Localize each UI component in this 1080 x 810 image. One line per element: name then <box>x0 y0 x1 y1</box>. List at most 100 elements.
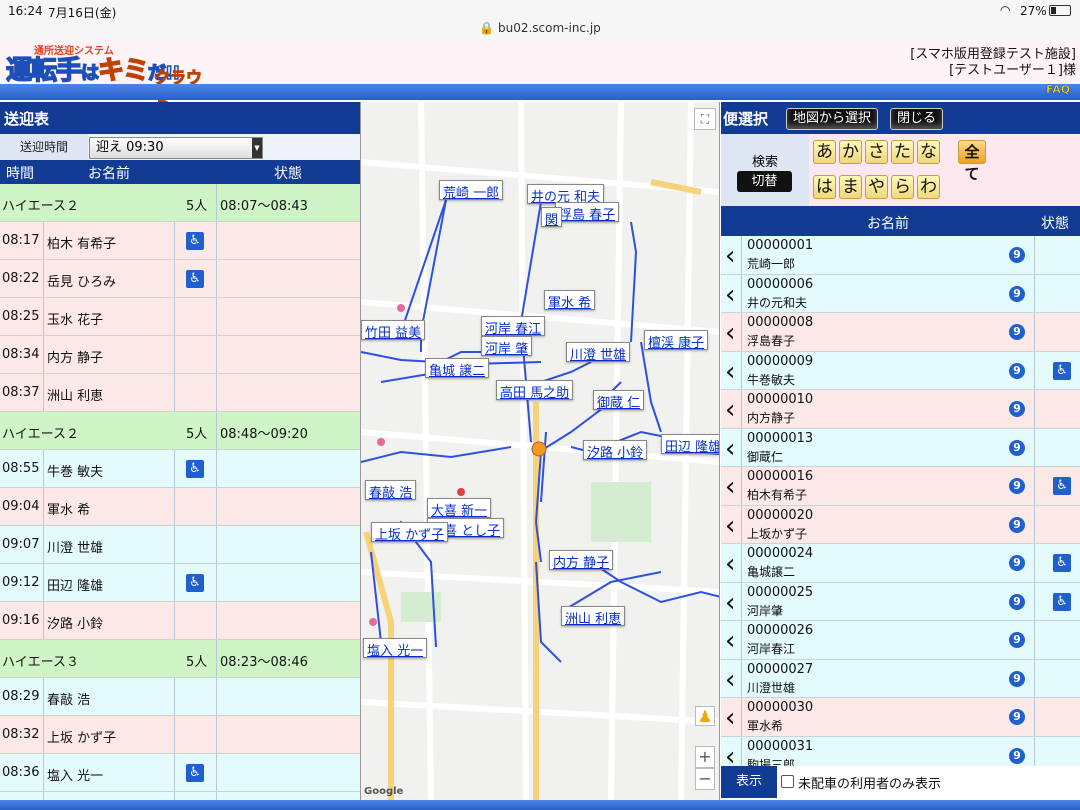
schedule-row[interactable]: 08:36 塩入 光一 ♿ <box>0 754 360 792</box>
map-marker[interactable]: 御蔵 仁 <box>593 390 645 411</box>
kana-button[interactable]: た <box>891 140 914 164</box>
unassigned-only-label[interactable]: 未配車の利用者のみ表示 <box>798 773 941 792</box>
user-row[interactable]: ‹ 00000016 柏木有希子 9 ♿ <box>721 467 1080 506</box>
user-row[interactable]: ‹ 00000020 上坂かず子 9 <box>721 505 1080 544</box>
user-row[interactable]: ‹ 00000001 荒崎一郎 9 <box>721 236 1080 275</box>
map-marker[interactable]: 大喜 新一 <box>427 498 492 519</box>
chevron-left-icon[interactable]: ‹ <box>725 743 735 767</box>
map-marker[interactable]: 井の元 和夫 <box>527 184 605 205</box>
user-row[interactable]: ‹ 00000013 御蔵仁 9 <box>721 428 1080 467</box>
user-row[interactable]: ‹ 00000031 駒場三郎 9 <box>721 736 1080 767</box>
map-marker[interactable]: 高田 馬之助 <box>496 380 574 401</box>
vehicle-group-row[interactable]: ハイエース２ 5人 08:07〜08:43 <box>0 184 360 222</box>
chevron-left-icon[interactable]: ‹ <box>725 627 735 655</box>
schedule-row[interactable]: 08:55 牛巻 敏夫 ♿ <box>0 450 360 488</box>
vehicle-nine-icon: 9 <box>1009 593 1025 610</box>
map-marker[interactable]: 軍水 希 <box>544 290 596 311</box>
map-marker[interactable]: 春敲 浩 <box>365 480 417 501</box>
kana-button[interactable]: な <box>917 140 940 164</box>
map-marker[interactable]: 洲山 利恵 <box>561 606 626 627</box>
map-marker[interactable]: 関 <box>541 207 563 228</box>
user-row[interactable]: ‹ 00000024 亀城譲二 9 ♿ <box>721 544 1080 583</box>
vehicle-group-row[interactable]: ハイエース３ 5人 08:23〜08:46 <box>0 640 360 678</box>
schedule-row[interactable]: 08:25 玉水 花子 <box>0 298 360 336</box>
user-row[interactable]: ‹ 00000009 牛巻敏夫 9 ♿ <box>721 351 1080 390</box>
schedule-row[interactable]: 08:34 内方 静子 <box>0 336 360 374</box>
schedule-row[interactable]: 09:12 田辺 隆雄 ♿ <box>0 564 360 602</box>
map-marker[interactable]: 荒崎 一郎 <box>439 180 504 201</box>
map-marker[interactable]: 竹田 益美 <box>361 320 426 341</box>
schedule-row[interactable]: 09:16 汐路 小鈴 <box>0 602 360 640</box>
map-marker[interactable]: 河岸 春江 <box>481 316 546 337</box>
chevron-left-icon[interactable]: ‹ <box>725 358 735 386</box>
user-row[interactable]: ‹ 00000006 井の元和夫 9 <box>721 274 1080 313</box>
chevron-left-icon[interactable]: ‹ <box>725 242 735 270</box>
map-marker[interactable]: 亀城 譲二 <box>425 358 490 379</box>
select-from-map-button[interactable]: 地図から選択 <box>786 108 879 130</box>
kana-button[interactable]: さ <box>865 140 888 164</box>
chevron-left-icon[interactable]: ‹ <box>725 319 735 347</box>
kana-button[interactable]: ら <box>891 175 914 199</box>
schedule-row[interactable] <box>0 792 360 800</box>
pickup-time-select[interactable]: 迎え 09:30 ▼ <box>89 137 263 159</box>
user-row[interactable]: ‹ 00000030 軍水希 9 <box>721 698 1080 737</box>
map-marker[interactable]: 川澄 世雄 <box>566 342 631 363</box>
unassigned-only-checkbox[interactable] <box>781 775 794 788</box>
switch-button[interactable]: 切替 <box>737 171 792 192</box>
kana-button[interactable]: か <box>839 140 862 164</box>
map-marker[interactable]: 上坂 かず子 <box>371 522 449 543</box>
chevron-left-icon[interactable]: ‹ <box>725 512 735 540</box>
ios-status-bar: 16:24 7月16日(金) 🔒 bu02.scom-inc.jp ◠ 27% <box>0 0 1080 40</box>
divider <box>43 336 44 373</box>
map-marker[interactable]: 汐路 小鈴 <box>583 440 648 461</box>
map-marker[interactable]: 河岸 肇 <box>481 336 533 357</box>
address-bar[interactable]: 🔒 bu02.scom-inc.jp <box>0 21 1080 35</box>
schedule-row[interactable]: 09:07 川澄 世雄 <box>0 526 360 564</box>
map-marker[interactable]: 内方 静子 <box>549 550 614 571</box>
kana-button[interactable]: は <box>813 175 836 199</box>
faq-link[interactable]: FAQ <box>1046 83 1071 97</box>
chevron-left-icon[interactable]: ‹ <box>725 666 735 694</box>
passenger-name: 上坂 かず子 <box>47 731 117 746</box>
user-name: 浮島春子 <box>747 334 796 348</box>
kana-button[interactable]: や <box>865 175 888 199</box>
chevron-left-icon[interactable]: ‹ <box>725 589 735 617</box>
route-map[interactable]: 荒崎 一郎 井の元 和夫 浮島 春子関軍水 希竹田 益美 河岸 春江 河岸 肇 川澄 世雄… <box>360 102 720 800</box>
chevron-left-icon[interactable]: ‹ <box>725 550 735 578</box>
schedule-row[interactable]: 08:17 柏木 有希子 ♿ <box>0 222 360 260</box>
chevron-left-icon[interactable]: ‹ <box>725 704 735 732</box>
map-marker[interactable]: 檀渓 康子 <box>644 330 709 351</box>
user-row[interactable]: ‹ 00000027 川澄世雄 9 <box>721 659 1080 698</box>
user-row[interactable]: ‹ 00000025 河岸肇 9 ♿ <box>721 582 1080 621</box>
passenger-name: 岳見 ひろみ <box>47 275 117 290</box>
user-row[interactable]: ‹ 00000010 内方静子 9 <box>721 390 1080 429</box>
map-marker[interactable]: 浮島 春子 <box>555 202 620 223</box>
zoom-out-button[interactable]: − <box>695 768 715 790</box>
streetview-icon[interactable]: ♟ <box>695 706 715 726</box>
schedule-row[interactable]: 08:22 岳見 ひろみ ♿ <box>0 260 360 298</box>
zoom-in-button[interactable]: + <box>695 746 715 768</box>
chevron-left-icon[interactable]: ‹ <box>725 473 735 501</box>
kana-button[interactable]: あ <box>813 140 836 164</box>
fullscreen-button[interactable]: ⛶ <box>694 108 716 130</box>
map-marker[interactable]: 田辺 隆雄 <box>661 434 719 455</box>
all-kana-button[interactable]: 全て <box>958 140 986 183</box>
schedule-row[interactable]: 08:32 上坂 かず子 <box>0 716 360 754</box>
chevron-left-icon[interactable]: ‹ <box>725 396 735 424</box>
chevron-left-icon[interactable]: ‹ <box>725 435 735 463</box>
schedule-row[interactable]: 08:29 春敲 浩 <box>0 678 360 716</box>
schedule-row[interactable]: 08:37 洲山 利恵 <box>0 374 360 412</box>
vehicle-group-row[interactable]: ハイエース２ 5人 08:48〜09:20 <box>0 412 360 450</box>
schedule-row[interactable]: 09:04 軍水 希 <box>0 488 360 526</box>
kana-button[interactable]: ま <box>839 175 862 199</box>
display-label: 表示 <box>721 766 777 798</box>
user-row[interactable]: ‹ 00000008 浮島春子 9 <box>721 313 1080 352</box>
app-logo[interactable]: 通所送迎システム 運転手はキミだ!! クラウド <box>4 42 212 112</box>
google-logo: Google <box>364 786 404 797</box>
close-button[interactable]: 閉じる <box>890 108 944 130</box>
pickup-time: 08:32 <box>2 727 40 742</box>
user-row[interactable]: ‹ 00000026 河岸春江 9 <box>721 621 1080 660</box>
map-marker[interactable]: 塩入 光一 <box>363 638 428 659</box>
kana-button[interactable]: わ <box>917 175 940 199</box>
chevron-left-icon[interactable]: ‹ <box>725 281 735 309</box>
